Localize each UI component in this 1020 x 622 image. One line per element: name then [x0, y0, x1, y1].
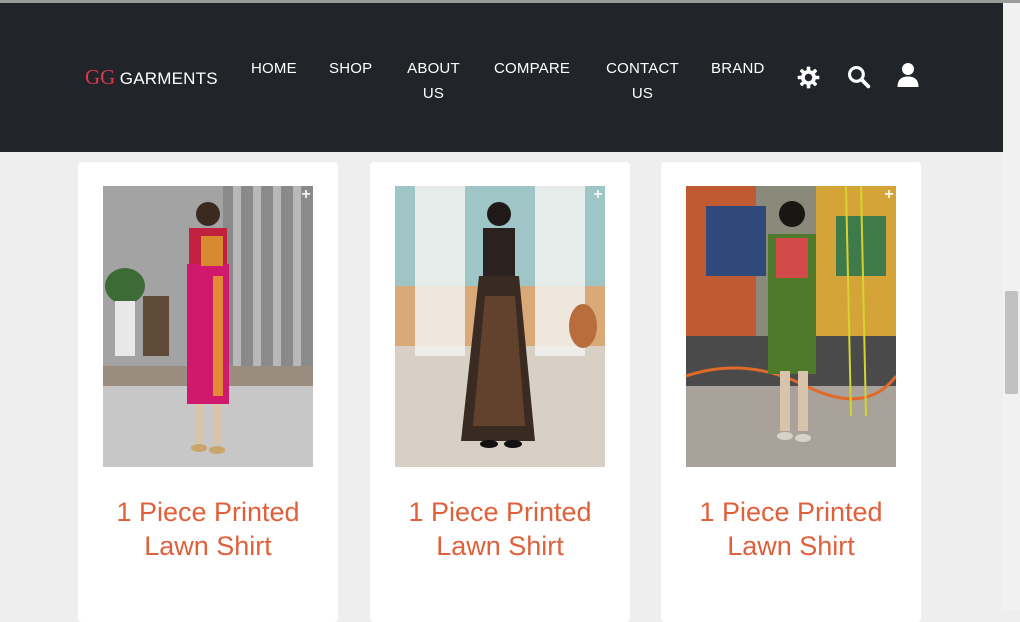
nav-brand[interactable]: BRAND — [711, 56, 765, 81]
product-image[interactable]: + — [103, 186, 313, 467]
product-title-line2: Lawn Shirt — [436, 531, 564, 561]
product-title-line2: Lawn Shirt — [727, 531, 855, 561]
brand-logo[interactable]: GG GARMENTS — [85, 65, 218, 90]
product-title[interactable]: 1 Piece Printed Lawn Shirt — [88, 495, 328, 563]
navbar: GG GARMENTS HOME SHOP ABOUT US COMPARE C… — [0, 3, 1003, 152]
product-title-line1: 1 Piece Printed — [699, 497, 883, 527]
scrollbar-thumb[interactable] — [1005, 291, 1018, 394]
plus-icon[interactable]: + — [299, 187, 313, 203]
brand-name: GARMENTS — [119, 69, 218, 88]
product-image[interactable]: + — [395, 186, 605, 467]
product-card[interactable]: + 1 Piece Printed Lawn Shirt — [78, 162, 338, 622]
product-card[interactable]: + 1 Piece Printed Lawn Shirt — [661, 162, 921, 622]
product-title-line2: Lawn Shirt — [144, 531, 272, 561]
product-title[interactable]: 1 Piece Printed Lawn Shirt — [671, 495, 911, 563]
brand-prefix: GG — [85, 65, 116, 89]
nav-contact-label-line2: US — [631, 85, 654, 102]
nav-compare-label: COMPARE — [494, 60, 571, 77]
product-title[interactable]: 1 Piece Printed Lawn Shirt — [380, 495, 620, 563]
product-card[interactable]: + 1 Piece Printed Lawn Shirt — [370, 162, 630, 622]
gear-icon[interactable] — [796, 65, 821, 95]
plus-icon[interactable]: + — [882, 187, 896, 203]
product-title-line1: 1 Piece Printed — [408, 497, 592, 527]
nav-contact-us[interactable]: CONTACT US — [604, 56, 681, 106]
nav-shop[interactable]: SHOP — [329, 56, 372, 81]
nav-shop-label: SHOP — [329, 60, 373, 77]
nav-about-label-line2: US — [422, 85, 445, 102]
nav-about-us[interactable]: ABOUT US — [405, 56, 462, 106]
nav-home[interactable]: HOME — [251, 56, 297, 81]
nav-compare[interactable]: COMPARE — [494, 56, 570, 81]
nav-brand-label: BRAND — [711, 60, 765, 77]
nav-home-label: HOME — [251, 60, 297, 77]
product-title-line1: 1 Piece Printed — [116, 497, 300, 527]
nav-contact-label-line1: CONTACT — [606, 60, 679, 77]
product-image[interactable]: + — [686, 186, 896, 467]
search-icon[interactable] — [846, 64, 871, 94]
plus-icon[interactable]: + — [591, 187, 605, 203]
user-icon[interactable] — [896, 62, 920, 93]
nav-about-label-line1: ABOUT — [407, 60, 460, 77]
